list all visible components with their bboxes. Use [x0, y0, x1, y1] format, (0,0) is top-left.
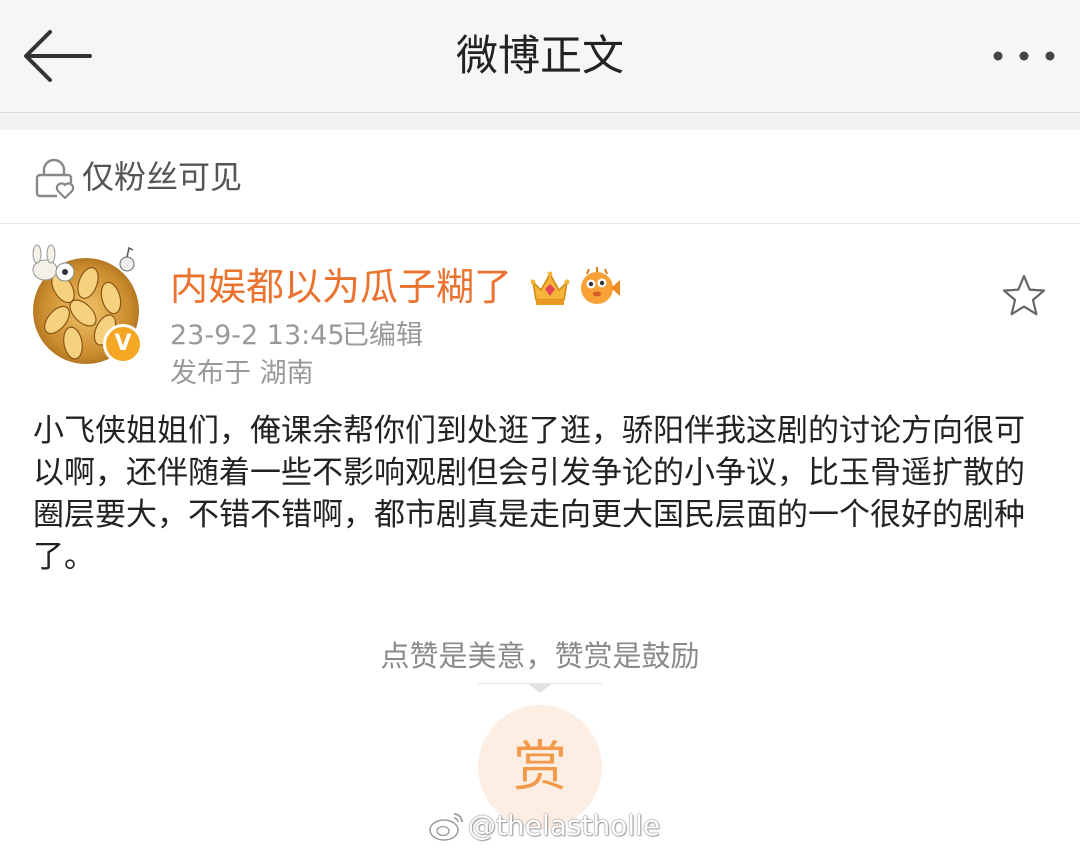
favorite-star-icon[interactable]: [1000, 272, 1048, 320]
pufferfish-badge-icon[interactable]: [577, 266, 621, 308]
weibo-logo-icon: [429, 813, 463, 841]
top-nav-bar: 微博正文: [0, 0, 1080, 113]
visibility-label: 仅粉丝可见: [82, 158, 243, 196]
post-location: 发布于 湖南: [170, 358, 314, 389]
more-dots-icon[interactable]: [990, 36, 1060, 76]
page-title: 微博正文: [455, 31, 624, 80]
edited-label[interactable]: 已编辑: [342, 318, 423, 354]
crown-badge-icon[interactable]: [529, 268, 571, 308]
avatar-pendant-icon: [32, 244, 135, 282]
watermark-text: @thelastholle: [468, 809, 661, 842]
visibility-row: 仅粉丝可见: [0, 130, 1080, 224]
watermark: @thelastholle: [428, 806, 661, 846]
post-body: 小飞侠姐姐们，俺课余帮你们到处逛了逛，骄阳伴我这剧的讨论方向很可以啊，还伴随着一…: [33, 413, 1025, 575]
hint-pointer: [527, 683, 553, 693]
lock-heart-icon: [35, 158, 75, 200]
author-name[interactable]: 内娱都以为瓜子糊了: [170, 262, 512, 312]
reward-hint: 点赞是美意，赞赏是鼓励: [380, 639, 700, 673]
section-divider: [0, 113, 1080, 130]
post-time: 23-9-2 13:45: [170, 320, 345, 351]
avatar[interactable]: V: [32, 244, 143, 366]
verified-badge: V: [103, 324, 143, 364]
